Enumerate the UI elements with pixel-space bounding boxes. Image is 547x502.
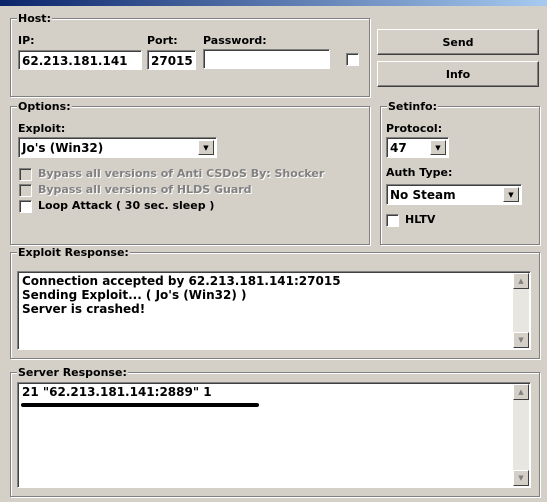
scrollbar[interactable]: ▲ ▼	[513, 384, 529, 486]
ip-input[interactable]: 62.213.181.141	[18, 50, 142, 70]
server-response-textarea[interactable]: 21 "62.213.181.141:2889" 1 ▲ ▼	[17, 382, 531, 488]
exploit-response-group: Exploit Response: Connection accepted by…	[10, 246, 540, 359]
bypass-hlds-label: Bypass all versions of HLDS Guard	[38, 183, 252, 196]
host-group: Host: IP: 62.213.181.141 Port: 27015 Pas…	[10, 12, 370, 97]
password-label: Password:	[203, 34, 267, 47]
hltv-label[interactable]: HLTV	[405, 213, 435, 226]
bypass-csdos-checkbox	[19, 168, 32, 181]
protocol-select[interactable]: 47 ▼	[386, 137, 449, 158]
options-legend: Options:	[17, 100, 72, 113]
port-label: Port:	[147, 34, 178, 47]
response-line: Server is crashed!	[22, 302, 146, 316]
server-response-group: Server Response: 21 "62.213.181.141:2889…	[10, 366, 540, 497]
scroll-down-icon[interactable]: ▼	[513, 332, 529, 348]
ip-label: IP:	[18, 34, 35, 47]
scrollbar[interactable]: ▲ ▼	[513, 273, 529, 348]
response-line: 21 "62.213.181.141:2889" 1	[22, 385, 212, 399]
exploit-label: Exploit:	[18, 122, 66, 135]
bypass-hlds-checkbox	[19, 184, 32, 197]
loop-attack-checkbox[interactable]	[19, 200, 32, 213]
bypass-csdos-label: Bypass all versions of Anti CSDoS By: Sh…	[38, 167, 325, 180]
host-legend: Host:	[17, 12, 52, 25]
exploit-response-legend: Exploit Response:	[17, 246, 130, 259]
password-input[interactable]	[203, 49, 330, 69]
chevron-down-icon[interactable]: ▼	[503, 187, 519, 202]
auth-type-select[interactable]: No Steam ▼	[386, 184, 522, 205]
scroll-up-icon[interactable]: ▲	[513, 273, 529, 289]
redaction-mark	[21, 403, 259, 407]
exploit-select[interactable]: Jo's (Win32) ▼	[18, 137, 217, 158]
chevron-down-icon[interactable]: ▼	[430, 140, 446, 155]
setinfo-legend: Setinfo:	[387, 100, 438, 113]
exploit-response-textarea[interactable]: Connection accepted by 62.213.181.141:27…	[17, 271, 531, 350]
port-input[interactable]: 27015	[147, 50, 196, 70]
scroll-down-icon[interactable]: ▼	[513, 470, 529, 486]
protocol-value: 47	[390, 141, 407, 155]
auth-type-label: Auth Type:	[386, 166, 453, 179]
chevron-down-icon[interactable]: ▼	[198, 140, 214, 155]
options-group: Options: Exploit: Jo's (Win32) ▼ Bypass a…	[10, 100, 370, 245]
response-line: Sending Exploit... ( Jo's (Win32) )	[22, 288, 247, 302]
exploit-value: Jo's (Win32)	[22, 141, 104, 155]
setinfo-group: Setinfo: Protocol: 47 ▼ Auth Type: No Ste…	[380, 100, 540, 245]
scroll-up-icon[interactable]: ▲	[513, 384, 529, 400]
title-bar	[0, 0, 547, 6]
hltv-checkbox[interactable]	[386, 214, 399, 227]
protocol-label: Protocol:	[386, 122, 443, 135]
info-button[interactable]: Info	[377, 61, 539, 87]
show-password-checkbox[interactable]	[346, 53, 359, 66]
response-line: Connection accepted by 62.213.181.141:27…	[22, 274, 341, 288]
server-response-legend: Server Response:	[17, 366, 128, 379]
loop-attack-label[interactable]: Loop Attack ( 30 sec. sleep )	[38, 199, 214, 212]
send-button[interactable]: Send	[377, 29, 539, 55]
auth-type-value: No Steam	[390, 188, 456, 202]
